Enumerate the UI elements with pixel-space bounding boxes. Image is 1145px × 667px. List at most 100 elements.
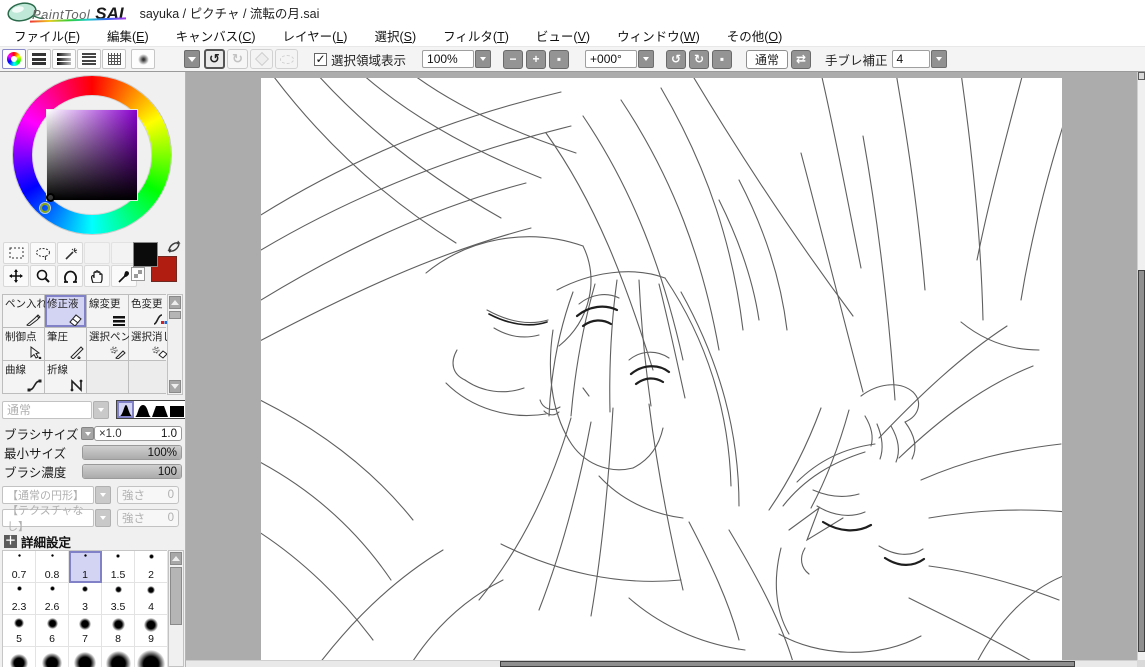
shape-strength-field[interactable]: 強さ 0	[117, 486, 179, 504]
transparent-color-button[interactable]	[131, 267, 145, 281]
size-preset[interactable]	[135, 647, 168, 667]
menu-canvas[interactable]: キャンバス(C)	[176, 26, 256, 45]
horizontal-scrollbar-thumb[interactable]	[500, 661, 1075, 667]
menu-edit[interactable]: 編集(E)	[107, 26, 149, 45]
tool-curve[interactable]: 曲線	[3, 361, 44, 393]
size-preset[interactable]: 1.5	[102, 551, 135, 583]
tool-select-pen[interactable]: 選択ペン S	[87, 328, 131, 360]
scroll-up-button[interactable]	[169, 296, 181, 309]
tip-shape-trapezoid[interactable]	[151, 401, 168, 418]
min-size-slider[interactable]: 100%	[82, 445, 182, 460]
angle-combo[interactable]: +000°	[585, 50, 638, 68]
quick-menu-button[interactable]	[184, 50, 200, 68]
canvas-horizontal-scrollbar[interactable]	[186, 660, 1137, 667]
swatches-panel-button[interactable]	[102, 49, 126, 69]
shape-dropdown-button[interactable]	[95, 486, 111, 504]
lasso-tool[interactable]	[30, 242, 56, 264]
tip-shape-flat[interactable]	[168, 401, 185, 418]
deselect-button[interactable]	[250, 49, 273, 69]
advanced-settings-header[interactable]: ＋ 詳細設定	[4, 532, 71, 551]
tool-color-change[interactable]: 色変更	[129, 295, 170, 327]
vertical-scrollbar-thumb[interactable]	[1138, 270, 1145, 652]
size-preset[interactable]	[102, 647, 135, 667]
scrollbar-thumb[interactable]	[170, 567, 182, 625]
brush-size-unit-button[interactable]	[81, 427, 94, 440]
canvas[interactable]	[261, 78, 1062, 660]
stabilizer-combo[interactable]: 4	[891, 50, 930, 68]
size-preset[interactable]: 2	[135, 551, 168, 583]
size-preset[interactable]	[69, 647, 102, 667]
tip-shape-bell[interactable]	[134, 401, 151, 418]
size-preset[interactable]: 6	[36, 615, 69, 647]
menu-file[interactable]: ファイル(F)	[14, 26, 80, 45]
size-preset[interactable]: 5	[3, 615, 36, 647]
brush-size-slider[interactable]: ×1.0 1.0	[93, 426, 182, 441]
flip-view-button[interactable]: ⇄	[791, 49, 812, 69]
brush-texture-combo[interactable]: 【テクスチャなし】	[2, 505, 94, 533]
brush-grid-scrollbar[interactable]	[167, 294, 183, 395]
hue-marker[interactable]	[40, 203, 50, 213]
density-slider[interactable]: 100	[82, 464, 182, 479]
magic-wand-tool[interactable]	[57, 242, 83, 264]
tool-correction-fluid[interactable]: 修正液	[45, 295, 86, 327]
menu-select[interactable]: 選択(S)	[374, 26, 416, 45]
zoom-combo[interactable]: 100%	[422, 50, 475, 68]
tip-shape-peak[interactable]	[117, 401, 134, 418]
size-preset[interactable]: 3.5	[102, 583, 135, 615]
scrollbar-thumb[interactable]	[169, 311, 181, 319]
rgb-slider-panel-button[interactable]	[27, 49, 51, 69]
tool-polyline[interactable]: 折線	[45, 361, 86, 393]
tool-pen[interactable]: ペン入れ	[3, 295, 47, 327]
tool-control-point[interactable]: 制御点	[3, 328, 44, 360]
menu-layer[interactable]: レイヤー(L)	[283, 26, 348, 45]
size-preset[interactable]: 2.6	[36, 583, 69, 615]
rotate-cw-button[interactable]: ↻	[689, 49, 710, 69]
brush-blend-mode-combo[interactable]: 通常	[2, 400, 92, 419]
zoom-tool[interactable]	[30, 265, 56, 287]
size-preset[interactable]	[3, 647, 36, 667]
view-blend-mode-button[interactable]: 通常	[746, 49, 789, 69]
color-wheel-panel-button[interactable]	[2, 49, 26, 69]
scroll-down-button[interactable]	[169, 380, 181, 393]
tool-select-eraser[interactable]: 選択消し S	[129, 328, 173, 360]
size-preset-selected[interactable]: 1	[69, 551, 102, 583]
size-preset[interactable]: 8	[102, 615, 135, 647]
tool-line-change[interactable]: 線変更	[87, 295, 128, 327]
reselect-button[interactable]	[275, 49, 298, 69]
menu-view[interactable]: ビュー(V)	[536, 26, 590, 45]
rotate-reset-button[interactable]: ▪	[712, 49, 733, 69]
scratchpad-panel-button[interactable]	[131, 49, 155, 69]
mixer-panel-button[interactable]	[77, 49, 101, 69]
rotate-view-tool[interactable]	[57, 265, 83, 287]
rotate-ccw-button[interactable]: ↺	[666, 49, 687, 69]
angle-dropdown-button[interactable]	[638, 50, 655, 68]
size-preset[interactable]: 2.3	[3, 583, 36, 615]
stabilizer-dropdown-button[interactable]	[930, 50, 947, 68]
color-wheel[interactable]	[13, 76, 171, 234]
size-preset[interactable]: 7	[69, 615, 102, 647]
hand-tool[interactable]	[84, 265, 110, 287]
texture-strength-field[interactable]: 強さ 0	[117, 509, 179, 527]
blend-mode-dropdown-button[interactable]	[93, 400, 109, 419]
move-tool[interactable]	[3, 265, 29, 287]
swap-colors-icon[interactable]	[167, 240, 181, 253]
scroll-up-button[interactable]	[170, 552, 182, 565]
scroll-top-button[interactable]	[1138, 72, 1145, 80]
zoom-reset-button[interactable]: ▪	[549, 49, 570, 69]
zoom-in-button[interactable]: +	[526, 49, 547, 69]
undo-button[interactable]: ↺	[204, 49, 225, 69]
menu-window[interactable]: ウィンドウ(W)	[617, 26, 700, 45]
canvas-vertical-scrollbar[interactable]	[1137, 72, 1145, 660]
hsv-slider-panel-button[interactable]	[52, 49, 76, 69]
size-preset[interactable]: 9	[135, 615, 168, 647]
size-preset[interactable]: 0.8	[36, 551, 69, 583]
tool-pressure[interactable]: 筆圧	[45, 328, 86, 360]
sv-marker[interactable]	[46, 193, 55, 202]
redo-button[interactable]: ↻	[227, 49, 248, 69]
menu-others[interactable]: その他(O)	[727, 26, 783, 45]
size-preset[interactable]: 4	[135, 583, 168, 615]
size-preset[interactable]: 0.7	[3, 551, 36, 583]
texture-dropdown-button[interactable]	[95, 509, 111, 527]
saturation-value-square[interactable]	[46, 109, 138, 201]
zoom-out-button[interactable]: −	[503, 49, 524, 69]
